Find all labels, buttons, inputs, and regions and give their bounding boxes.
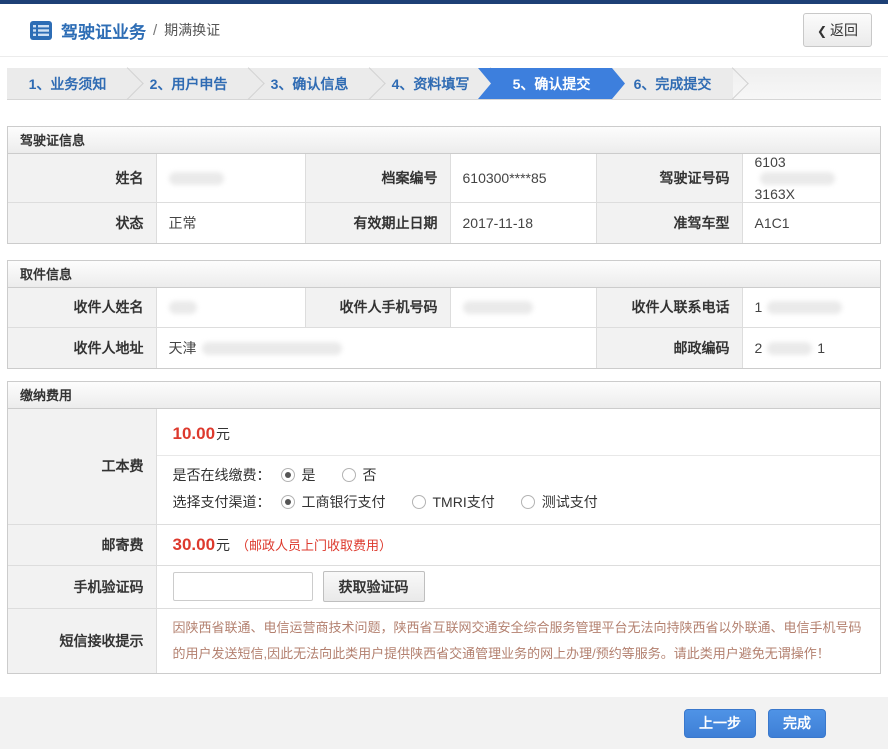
vehicle-class-label: 准驾车型 — [596, 203, 742, 243]
online-payment-question: 是否在线缴费： — [173, 465, 271, 485]
sms-code-input[interactable] — [173, 572, 313, 601]
table-row: 状态 正常 有效期止日期 2017-11-18 准驾车型 A1C1 — [8, 203, 880, 243]
postage-fee-amount: 30.00 — [173, 535, 216, 554]
license-section-title: 驾驶证信息 — [8, 127, 880, 154]
postage-fee-note: （邮政人员上门收取费用） — [236, 538, 392, 553]
recipient-phone-label: 收件人联系电话 — [596, 288, 742, 328]
status-label: 状态 — [8, 203, 156, 243]
recipient-address-value: 天津 — [156, 328, 596, 368]
pickup-info-section: 取件信息 收件人姓名 收件人手机号码 收件人联系电话 1 收件人地址 天津 邮政… — [7, 260, 881, 369]
back-button[interactable]: ❮返回 — [803, 13, 872, 47]
breadcrumb-separator: / — [153, 22, 157, 39]
sms-notice-value: 因陕西省联通、电信运营商技术问题，陕西省互联网交通安全综合服务管理平台无法向持陕… — [156, 608, 880, 673]
fees-section: 缴纳费用 工本费 10.00元 是否在线缴费： 是 否 选择支付渠道： 工商银行… — [7, 381, 881, 674]
production-fee-amount: 10.00 — [173, 424, 216, 443]
recipient-name-label: 收件人姓名 — [8, 288, 156, 328]
step-1-business-notice[interactable]: 1、业务须知 — [7, 68, 128, 99]
table-row: 收件人姓名 收件人手机号码 收件人联系电话 1 — [8, 288, 880, 328]
step-bar-filler — [733, 68, 881, 99]
radio-icon — [521, 495, 535, 509]
production-fee-label: 工本费 — [8, 409, 156, 525]
sms-notice-text: 因陕西省联通、电信运营商技术问题，陕西省互联网交通安全综合服务管理平台无法向持陕… — [157, 609, 881, 673]
step-navigation: 1、业务须知 2、用户申告 3、确认信息 4、资料填写 5、确认提交 6、完成提… — [7, 68, 881, 100]
license-info-section: 驾驶证信息 姓名 档案编号 610300****85 驾驶证号码 6103316… — [7, 126, 881, 244]
recipient-address-label: 收件人地址 — [8, 328, 156, 368]
license-business-icon — [30, 21, 52, 40]
radio-icon — [281, 468, 295, 482]
recipient-mobile-value — [450, 288, 596, 328]
step-5-confirm-submit[interactable]: 5、确认提交 — [478, 68, 625, 99]
previous-step-button[interactable]: 上一步 — [684, 709, 756, 738]
footer-action-bar: 上一步 完成 — [0, 697, 888, 749]
license-number-value: 61033163X — [742, 154, 880, 203]
back-chevron-icon: ❮ — [817, 24, 827, 38]
status-value: 正常 — [156, 203, 305, 243]
payment-channel-row: 选择支付渠道： 工商银行支付 TMRI支付 测试支付 — [157, 485, 881, 524]
production-fee-unit: 元 — [216, 426, 230, 442]
license-number-label: 驾驶证号码 — [596, 154, 742, 203]
sms-code-label: 手机验证码 — [8, 565, 156, 608]
radio-channel-test[interactable]: 测试支付 — [521, 492, 598, 512]
table-row: 工本费 10.00元 是否在线缴费： 是 否 选择支付渠道： 工商银行支付 TM… — [8, 409, 880, 525]
name-label: 姓名 — [8, 154, 156, 203]
table-row: 手机验证码 获取验证码 — [8, 565, 880, 608]
sms-code-value: 获取验证码 — [156, 565, 880, 608]
step-4-fill-data[interactable]: 4、资料填写 — [370, 68, 491, 99]
payment-channel-question: 选择支付渠道： — [173, 492, 271, 512]
postal-code-label: 邮政编码 — [596, 328, 742, 368]
radio-online-yes[interactable]: 是 — [281, 465, 316, 485]
fees-section-title: 缴纳费用 — [8, 382, 880, 409]
vehicle-class-value: A1C1 — [742, 203, 880, 243]
name-value — [156, 154, 305, 203]
recipient-phone-value: 1 — [742, 288, 880, 328]
file-number-label: 档案编号 — [305, 154, 450, 203]
get-sms-code-button[interactable]: 获取验证码 — [323, 571, 425, 602]
radio-online-no[interactable]: 否 — [342, 465, 377, 485]
recipient-mobile-label: 收件人手机号码 — [305, 288, 450, 328]
page-title: 驾驶证业务 — [61, 18, 146, 43]
pickup-section-title: 取件信息 — [8, 261, 880, 288]
pickup-info-table: 收件人姓名 收件人手机号码 收件人联系电话 1 收件人地址 天津 邮政编码 21 — [8, 288, 880, 368]
radio-channel-icbc[interactable]: 工商银行支付 — [281, 492, 386, 512]
table-row: 姓名 档案编号 610300****85 驾驶证号码 61033163X — [8, 154, 880, 203]
online-payment-row: 是否在线缴费： 是 否 — [157, 456, 881, 485]
step-3-confirm-info[interactable]: 3、确认信息 — [249, 68, 370, 99]
step-6-finish-submit[interactable]: 6、完成提交 — [612, 68, 733, 99]
production-fee-value: 10.00元 是否在线缴费： 是 否 选择支付渠道： 工商银行支付 TMRI支付… — [156, 409, 880, 525]
radio-icon — [342, 468, 356, 482]
postal-code-value: 21 — [742, 328, 880, 368]
postage-fee-label: 邮寄费 — [8, 524, 156, 565]
fees-table: 工本费 10.00元 是否在线缴费： 是 否 选择支付渠道： 工商银行支付 TM… — [8, 409, 880, 673]
radio-channel-tmri[interactable]: TMRI支付 — [412, 492, 495, 512]
page-header: 驾驶证业务 / 期满换证 ❮返回 — [0, 4, 888, 57]
postage-fee-unit: 元 — [216, 537, 230, 553]
file-number-value: 610300****85 — [450, 154, 596, 203]
valid-until-value: 2017-11-18 — [450, 203, 596, 243]
radio-icon — [412, 495, 426, 509]
table-row: 收件人地址 天津 邮政编码 21 — [8, 328, 880, 368]
license-info-table: 姓名 档案编号 610300****85 驾驶证号码 61033163X 状态 … — [8, 154, 880, 243]
production-fee-amount-line: 10.00元 — [157, 409, 881, 456]
valid-until-label: 有效期止日期 — [305, 203, 450, 243]
finish-button[interactable]: 完成 — [768, 709, 826, 738]
step-2-user-declaration[interactable]: 2、用户申告 — [128, 68, 249, 99]
sms-notice-label: 短信接收提示 — [8, 608, 156, 673]
postage-fee-value: 30.00元 （邮政人员上门收取费用） — [156, 524, 880, 565]
table-row: 短信接收提示 因陕西省联通、电信运营商技术问题，陕西省互联网交通安全综合服务管理… — [8, 608, 880, 673]
recipient-name-value — [156, 288, 305, 328]
breadcrumb-current: 期满换证 — [164, 20, 220, 40]
radio-icon — [281, 495, 295, 509]
table-row: 邮寄费 30.00元 （邮政人员上门收取费用） — [8, 524, 880, 565]
